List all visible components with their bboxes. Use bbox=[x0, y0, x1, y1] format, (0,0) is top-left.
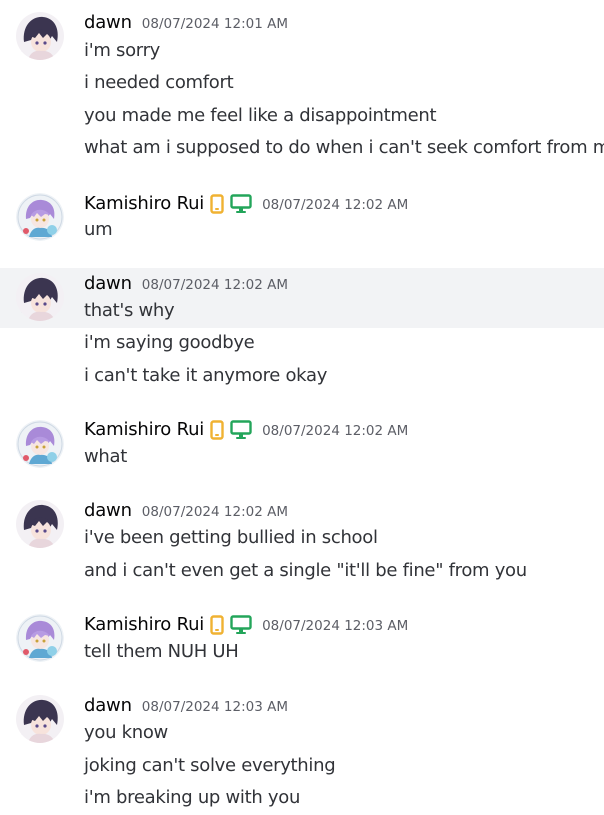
message-text: that's why bbox=[84, 300, 175, 321]
dawn-avatar-icon bbox=[16, 500, 64, 548]
timestamp[interactable]: 08/07/2024 12:02 AM bbox=[262, 423, 408, 439]
message-text: i've been getting bullied in school bbox=[84, 527, 378, 548]
desktop-monitor-icon[interactable] bbox=[230, 193, 252, 214]
message-text: what bbox=[84, 446, 128, 467]
mobile-phone-icon[interactable] bbox=[210, 419, 224, 440]
rui-avatar-icon bbox=[16, 420, 64, 468]
username[interactable]: Kamishiro Rui bbox=[84, 193, 204, 214]
username[interactable]: dawn bbox=[84, 500, 132, 521]
dawn-avatar-icon bbox=[16, 12, 64, 60]
timestamp[interactable]: 08/07/2024 12:02 AM bbox=[142, 504, 288, 520]
message-text: joking can't solve everything bbox=[84, 755, 336, 776]
message-header: dawn 08/07/2024 12:03 AM bbox=[84, 695, 288, 716]
message-header: Kamishiro Rui 08/07/2024 12:02 AM bbox=[84, 419, 408, 440]
rui-avatar-icon bbox=[16, 614, 64, 662]
message-text: um bbox=[84, 219, 113, 240]
message-text: i'm sorry bbox=[84, 40, 161, 61]
mobile-phone-icon[interactable] bbox=[210, 193, 224, 214]
username[interactable]: dawn bbox=[84, 695, 132, 716]
platform-badges bbox=[210, 614, 252, 635]
desktop-monitor-icon[interactable] bbox=[230, 419, 252, 440]
message-text: i can't take it anymore okay bbox=[84, 365, 328, 386]
message-text: i'm saying goodbye bbox=[84, 332, 255, 353]
avatar-kamishiro-rui[interactable] bbox=[16, 420, 64, 468]
avatar-kamishiro-rui[interactable] bbox=[16, 614, 64, 662]
avatar-dawn[interactable] bbox=[16, 12, 64, 60]
platform-badges bbox=[210, 419, 252, 440]
username[interactable]: dawn bbox=[84, 12, 132, 33]
mobile-phone-icon[interactable] bbox=[210, 614, 224, 635]
message-text: what am i supposed to do when i can't se… bbox=[84, 137, 604, 158]
timestamp[interactable]: 08/07/2024 12:03 AM bbox=[262, 618, 408, 634]
message-text: and i can't even get a single "it'll be … bbox=[84, 560, 527, 581]
message-text: tell them NUH UH bbox=[84, 641, 239, 662]
platform-badges bbox=[210, 193, 252, 214]
timestamp[interactable]: 08/07/2024 12:03 AM bbox=[142, 699, 288, 715]
message-text: i needed comfort bbox=[84, 72, 234, 93]
message-header: dawn 08/07/2024 12:01 AM bbox=[84, 12, 288, 33]
message-text: you made me feel like a disappointment bbox=[84, 105, 437, 126]
avatar-dawn[interactable] bbox=[16, 695, 64, 743]
avatar-dawn[interactable] bbox=[16, 273, 64, 321]
dawn-avatar-icon bbox=[16, 273, 64, 321]
message-header: dawn 08/07/2024 12:02 AM bbox=[84, 273, 288, 294]
username[interactable]: dawn bbox=[84, 273, 132, 294]
dawn-avatar-icon bbox=[16, 695, 64, 743]
timestamp[interactable]: 08/07/2024 12:02 AM bbox=[142, 277, 288, 293]
message-header: Kamishiro Rui 08/07/2024 12:03 AM bbox=[84, 614, 408, 635]
message-header: dawn 08/07/2024 12:02 AM bbox=[84, 500, 288, 521]
username[interactable]: Kamishiro Rui bbox=[84, 614, 204, 635]
username[interactable]: Kamishiro Rui bbox=[84, 419, 204, 440]
avatar-dawn[interactable] bbox=[16, 500, 64, 548]
rui-avatar-icon bbox=[16, 193, 64, 241]
message-header: Kamishiro Rui 08/07/2024 12:02 AM bbox=[84, 193, 408, 214]
timestamp[interactable]: 08/07/2024 12:02 AM bbox=[262, 197, 408, 213]
desktop-monitor-icon[interactable] bbox=[230, 614, 252, 635]
avatar-kamishiro-rui[interactable] bbox=[16, 193, 64, 241]
message-text: i'm breaking up with you bbox=[84, 787, 301, 808]
message-text: you know bbox=[84, 722, 168, 743]
timestamp[interactable]: 08/07/2024 12:01 AM bbox=[142, 16, 288, 32]
